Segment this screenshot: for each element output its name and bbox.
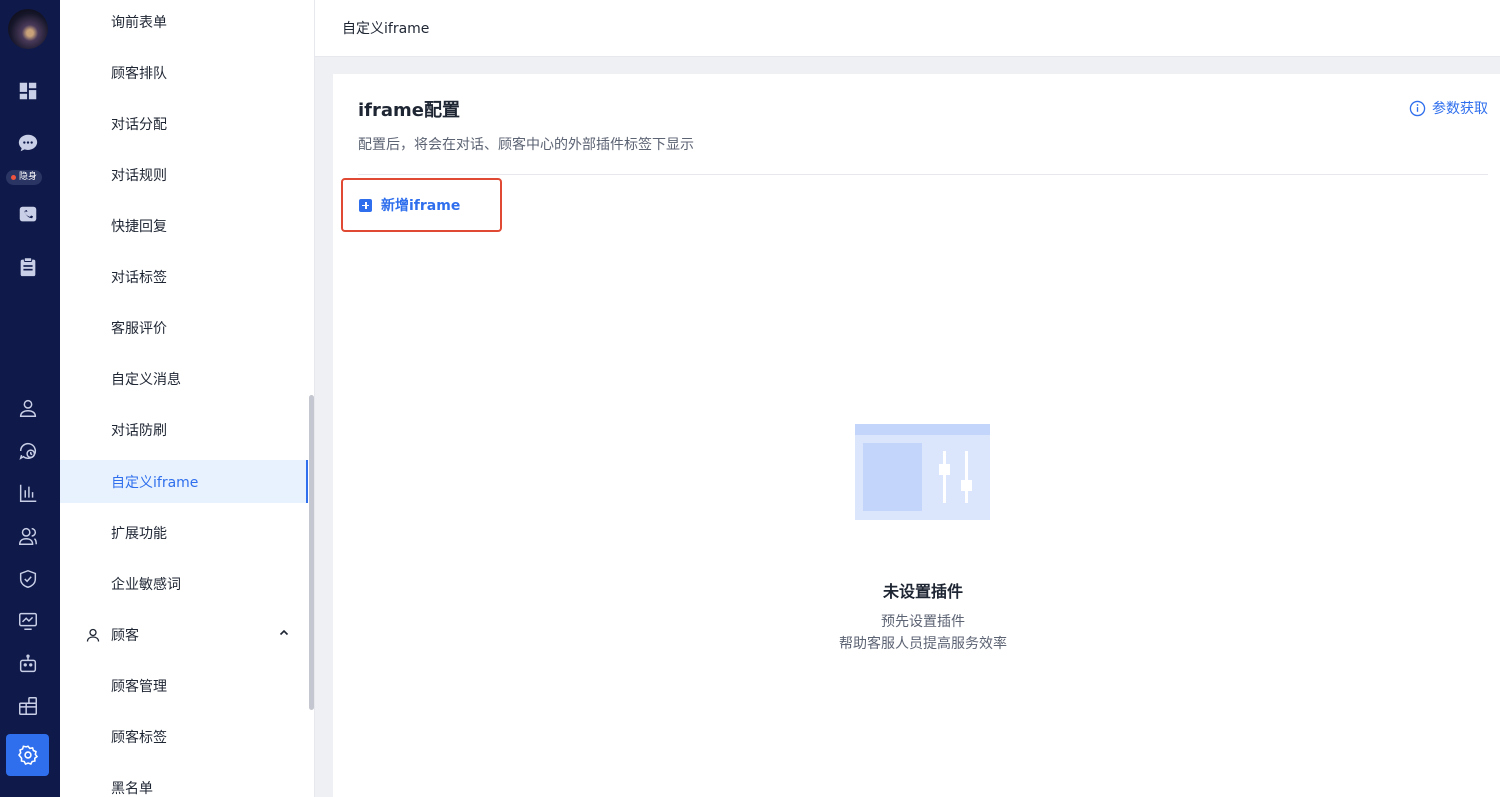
user-icon[interactable] (14, 394, 42, 422)
menu-item-label: 对话分配 (111, 117, 167, 133)
info-icon (1409, 100, 1426, 116)
user-outline-icon (85, 627, 101, 643)
menu-item-label: 客服评价 (111, 321, 167, 337)
menu-item-blacklist[interactable]: 黑名单 (60, 766, 308, 797)
menu-group-label: 顾客 (111, 628, 139, 644)
history-icon[interactable] (14, 437, 42, 465)
empty-state-line1: 预先设置插件 (881, 614, 965, 630)
chart-icon[interactable] (14, 479, 42, 507)
menu-item-label: 对话防刷 (111, 423, 167, 439)
menu-item-custom-iframe[interactable]: 自定义iframe (60, 460, 308, 503)
menu-item-agent-rating[interactable]: 客服评价 (60, 306, 308, 350)
iframe-config-card: iframe配置 配置后，将会在对话、顾客中心的外部插件标签下显示 参数获取 新… (333, 74, 1500, 797)
menu-item-extensions[interactable]: 扩展功能 (60, 511, 308, 555)
empty-state-title: 未设置插件 (882, 582, 963, 601)
menu-item-pre-chat-form[interactable]: 询前表单 (60, 0, 308, 44)
add-iframe-label: 新增iframe (381, 198, 461, 214)
empty-plugin-illustration (855, 424, 990, 520)
page-description: 配置后，将会在对话、顾客中心的外部插件标签下显示 (358, 137, 694, 153)
menu-item-chat-rules[interactable]: 对话规则 (60, 153, 308, 197)
avatar[interactable] (8, 9, 48, 49)
menu-item-label: 自定义消息 (111, 372, 181, 388)
menu-item-customer-management[interactable]: 顾客管理 (60, 664, 308, 708)
gift-icon[interactable] (14, 692, 42, 720)
menu-item-custom-message[interactable]: 自定义消息 (60, 357, 308, 401)
menu-item-customer-queue[interactable]: 顾客排队 (60, 51, 308, 95)
menu-item-label: 快捷回复 (111, 219, 167, 235)
menu-item-label: 对话规则 (111, 168, 167, 184)
monitor-icon[interactable] (14, 607, 42, 635)
menu-item-chat-tags[interactable]: 对话标签 (60, 255, 308, 299)
divider (358, 174, 1488, 175)
dashboard-icon[interactable] (14, 77, 42, 105)
icon-rail: 隐身 (0, 0, 60, 797)
add-iframe-button[interactable]: 新增iframe (341, 178, 502, 232)
robot-icon[interactable] (14, 650, 42, 678)
settings-icon[interactable] (14, 741, 42, 769)
menu-item-label: 顾客管理 (111, 679, 167, 695)
menu-item-label: 扩展功能 (111, 526, 167, 542)
chat-icon[interactable] (14, 129, 42, 157)
team-icon[interactable] (14, 522, 42, 550)
page-header: 自定义iframe (315, 0, 1500, 57)
menu-item-chat-assignment[interactable]: 对话分配 (60, 102, 308, 146)
breadcrumb: 自定义iframe (342, 21, 430, 37)
menu-item-label: 对话标签 (111, 270, 167, 286)
shield-icon[interactable] (14, 565, 42, 593)
menu-item-customer-tags[interactable]: 顾客标签 (60, 715, 308, 759)
plus-square-icon (359, 198, 372, 212)
menu-item-label: 询前表单 (111, 15, 167, 31)
status-badge[interactable]: 隐身 (6, 170, 43, 185)
get-params-label: 参数获取 (1432, 101, 1488, 117)
chevron-up-icon[interactable] (278, 627, 290, 639)
settings-menu: 询前表单 顾客排队 对话分配 对话规则 快捷回复 对话标签 客服评价 自定义消息… (60, 0, 315, 797)
clipboard-icon[interactable] (14, 253, 42, 281)
page-title: iframe配置 (358, 100, 460, 121)
menu-item-quick-reply[interactable]: 快捷回复 (60, 204, 308, 248)
menu-item-label: 黑名单 (111, 781, 153, 797)
menu-group-customer[interactable]: 顾客 (60, 613, 308, 657)
menu-item-label: 自定义iframe (111, 474, 199, 491)
phone-icon[interactable] (14, 201, 42, 229)
menu-item-label: 企业敏感词 (111, 577, 181, 593)
menu-item-sensitive-words[interactable]: 企业敏感词 (60, 562, 308, 606)
menu-item-anti-spam[interactable]: 对话防刷 (60, 408, 308, 452)
menu-item-label: 顾客标签 (111, 730, 167, 746)
menu-scrollbar[interactable] (309, 395, 314, 710)
get-params-link[interactable]: 参数获取 (1409, 98, 1488, 118)
empty-state-line2: 帮助客服人员提高服务效率 (839, 636, 1007, 652)
menu-item-label: 顾客排队 (111, 66, 167, 82)
